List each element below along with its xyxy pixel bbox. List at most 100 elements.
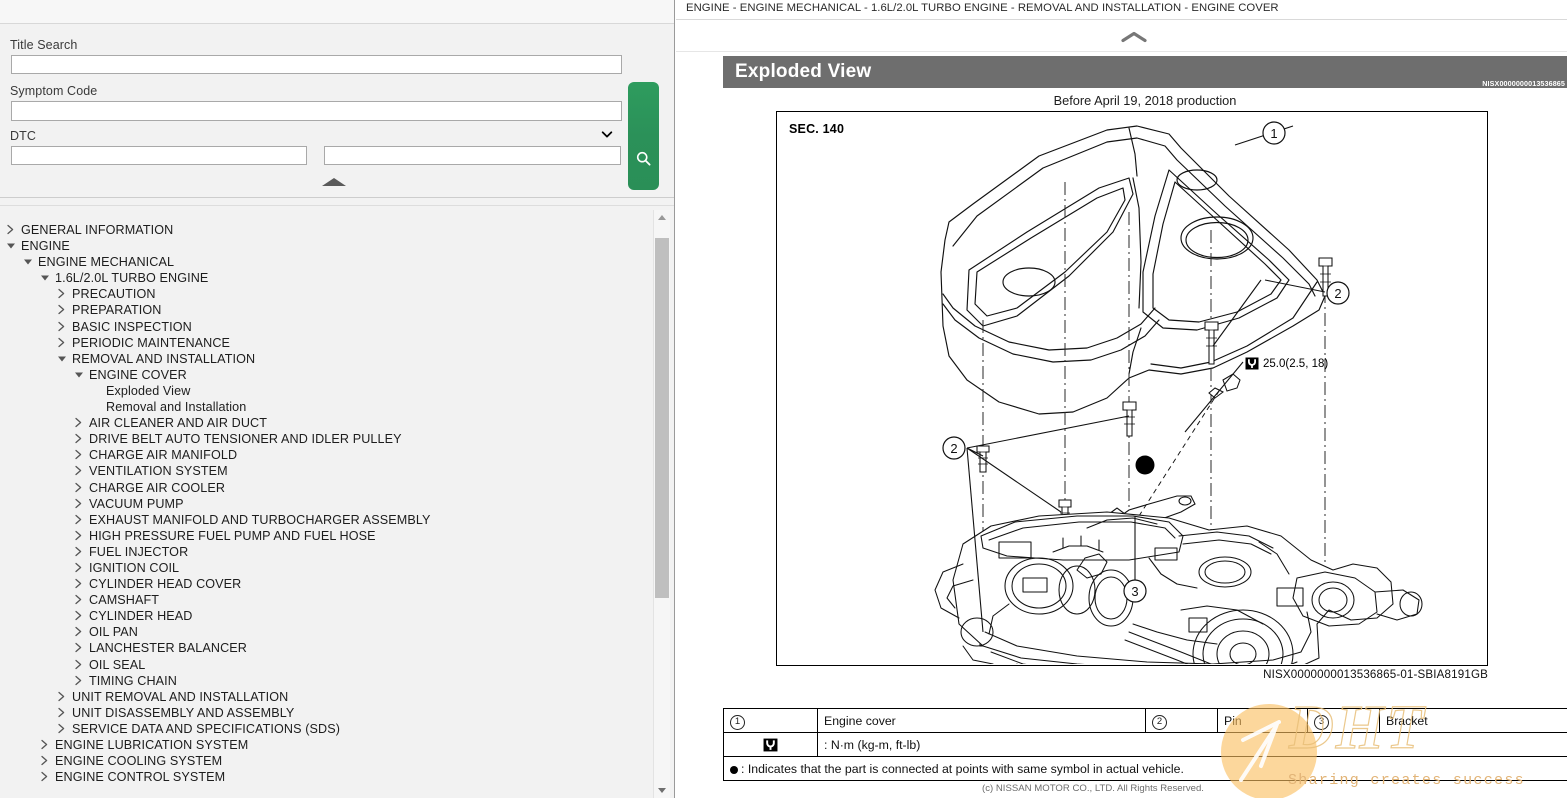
tree-item-oil-seal[interactable]: OIL SEAL [0, 657, 650, 673]
tree-item-ventilation-system[interactable]: VENTILATION SYSTEM [0, 463, 650, 479]
chevron-right-icon[interactable] [55, 286, 68, 302]
tree-item-timing-chain[interactable]: TIMING CHAIN [0, 673, 650, 689]
tree-item-label: SERVICE DATA AND SPECIFICATIONS (SDS) [72, 721, 340, 736]
chevron-right-icon[interactable] [72, 576, 85, 592]
chevron-right-icon[interactable] [38, 753, 51, 769]
tree-item-engine-cover[interactable]: ENGINE COVER [0, 367, 650, 383]
tree-item-label: ENGINE COVER [89, 367, 187, 382]
chevron-right-icon[interactable] [72, 544, 85, 560]
tree-item-label: CAMSHAFT [89, 593, 160, 608]
chevron-right-icon[interactable] [55, 302, 68, 318]
tree-item-fuel-injector[interactable]: FUEL INJECTOR [0, 544, 650, 560]
chevron-right-icon[interactable] [72, 624, 85, 640]
tree-item-engine-control-system[interactable]: ENGINE CONTROL SYSTEM [0, 769, 650, 785]
part-number-2: 2 [1145, 708, 1218, 733]
tree-item-label: UNIT DISASSEMBLY AND ASSEMBLY [72, 705, 295, 720]
tree-item-1-6l-2-0l-turbo-engine[interactable]: 1.6L/2.0L TURBO ENGINE [0, 270, 650, 286]
tree-item-exploded-view[interactable]: Exploded View [0, 383, 650, 399]
tree-item-general-information[interactable]: GENERAL INFORMATION [0, 222, 650, 238]
circled-number: 3 [1314, 715, 1329, 730]
engine-cover-exploded-diagram: 1 2 2 3 [934, 121, 1423, 664]
tree-item-camshaft[interactable]: CAMSHAFT [0, 592, 650, 608]
tree-item-exhaust-manifold-and-turbocharger-assembly[interactable]: EXHAUST MANIFOLD AND TURBOCHARGER ASSEMB… [0, 512, 650, 528]
tree-item-engine-mechanical[interactable]: ENGINE MECHANICAL [0, 254, 650, 270]
caret-down-icon[interactable] [55, 351, 68, 367]
tree-item-label: FUEL INJECTOR [89, 544, 189, 559]
dtc-to-input[interactable] [324, 146, 621, 165]
caret-down-icon[interactable] [21, 254, 34, 270]
tree-item-engine-cooling-system[interactable]: ENGINE COOLING SYSTEM [0, 753, 650, 769]
tree-item-removal-and-installation[interactable]: Removal and Installation [0, 399, 650, 415]
chevron-right-icon[interactable] [72, 528, 85, 544]
tree-item-engine-lubrication-system[interactable]: ENGINE LUBRICATION SYSTEM [0, 737, 650, 753]
tree-item-unit-disassembly-and-assembly[interactable]: UNIT DISASSEMBLY AND ASSEMBLY [0, 705, 650, 721]
document-collapse-chevron-up-icon[interactable] [1119, 30, 1149, 44]
svg-text:2: 2 [950, 441, 957, 456]
chevron-right-icon[interactable] [55, 689, 68, 705]
tree-item-engine[interactable]: ENGINE [0, 238, 650, 254]
tree-item-preparation[interactable]: PREPARATION [0, 302, 650, 318]
figure-id: NISX0000000013536865-01-SBIA8191GB [1263, 668, 1488, 681]
chevron-right-icon[interactable] [55, 335, 68, 351]
chevron-right-icon[interactable] [72, 496, 85, 512]
tree-item-label: ENGINE CONTROL SYSTEM [55, 770, 226, 785]
tree-item-removal-and-installation[interactable]: REMOVAL AND INSTALLATION [0, 351, 650, 367]
tree-item-unit-removal-and-installation[interactable]: UNIT REMOVAL AND INSTALLATION [0, 689, 650, 705]
chevron-right-icon[interactable] [72, 673, 85, 689]
chevron-right-icon[interactable] [72, 512, 85, 528]
tree-item-drive-belt-auto-tensioner-and-idler-pulley[interactable]: DRIVE BELT AUTO TENSIONER AND IDLER PULL… [0, 431, 650, 447]
part-name-3: Bracket [1379, 708, 1567, 733]
part-name-1: Engine cover [817, 708, 1146, 733]
chevron-right-icon[interactable] [72, 640, 85, 656]
tree-item-basic-inspection[interactable]: BASIC INSPECTION [0, 319, 650, 335]
chevron-right-icon[interactable] [4, 222, 17, 238]
navigation-tree[interactable]: GENERAL INFORMATION ENGINE ENGINE MECHANIC… [0, 210, 674, 798]
tree-item-charge-air-manifold[interactable]: CHARGE AIR MANIFOLD [0, 447, 650, 463]
unit-symbol-cell [723, 732, 818, 757]
chevron-right-icon[interactable] [72, 415, 85, 431]
search-button[interactable] [628, 82, 659, 190]
chevron-right-icon[interactable] [72, 560, 85, 576]
chevron-right-icon[interactable] [38, 737, 51, 753]
caret-down-icon[interactable] [38, 270, 51, 286]
caret-down-icon[interactable] [4, 238, 17, 254]
chevron-right-icon[interactable] [72, 608, 85, 624]
note-cell: : Indicates that the part is connected a… [723, 756, 1567, 781]
chevron-right-icon[interactable] [72, 463, 85, 479]
tree-item-charge-air-cooler[interactable]: CHARGE AIR COOLER [0, 480, 650, 496]
chevron-right-icon[interactable] [55, 705, 68, 721]
tree-item-ignition-coil[interactable]: IGNITION COIL [0, 560, 650, 576]
search-panel-collapse-icon[interactable] [320, 176, 348, 188]
scrollbar-thumb[interactable] [655, 238, 669, 598]
tree-item-periodic-maintenance[interactable]: PERIODIC MAINTENANCE [0, 335, 650, 351]
symptom-code-select[interactable] [11, 101, 622, 121]
caret-down-icon[interactable] [72, 367, 85, 383]
tree-item-high-pressure-fuel-pump-and-fuel-hose[interactable]: HIGH PRESSURE FUEL PUMP AND FUEL HOSE [0, 528, 650, 544]
tree-item-cylinder-head[interactable]: CYLINDER HEAD [0, 608, 650, 624]
tree-item-label: ENGINE MECHANICAL [38, 255, 175, 270]
chevron-right-icon[interactable] [38, 769, 51, 785]
chevron-right-icon[interactable] [72, 592, 85, 608]
dtc-from-input[interactable] [11, 146, 307, 165]
scroll-down-arrow-icon[interactable] [654, 782, 670, 798]
chevron-right-icon[interactable] [72, 480, 85, 496]
part-name-2: Pin [1217, 708, 1308, 733]
tree-item-precaution[interactable]: PRECAUTION [0, 286, 650, 302]
tree-item-vacuum-pump[interactable]: VACUUM PUMP [0, 496, 650, 512]
tree-scrollbar[interactable] [653, 210, 670, 798]
tree-item-service-data-and-specifications-sds[interactable]: SERVICE DATA AND SPECIFICATIONS (SDS) [0, 721, 650, 737]
tree-item-label: TIMING CHAIN [89, 673, 177, 688]
torque-wrench-icon [1245, 357, 1259, 370]
scroll-up-arrow-icon[interactable] [654, 210, 670, 226]
chevron-right-icon[interactable] [55, 721, 68, 737]
chevron-right-icon[interactable] [55, 319, 68, 335]
chevron-right-icon[interactable] [72, 447, 85, 463]
tree-item-cylinder-head-cover[interactable]: CYLINDER HEAD COVER [0, 576, 650, 592]
tree-item-lanchester-balancer[interactable]: LANCHESTER BALANCER [0, 640, 650, 656]
tree-item-air-cleaner-and-air-duct[interactable]: AIR CLEANER AND AIR DUCT [0, 415, 650, 431]
part-number-1: 1 [723, 708, 818, 733]
chevron-right-icon[interactable] [72, 657, 85, 673]
title-search-input[interactable] [11, 55, 622, 74]
tree-item-oil-pan[interactable]: OIL PAN [0, 624, 650, 640]
chevron-right-icon[interactable] [72, 431, 85, 447]
